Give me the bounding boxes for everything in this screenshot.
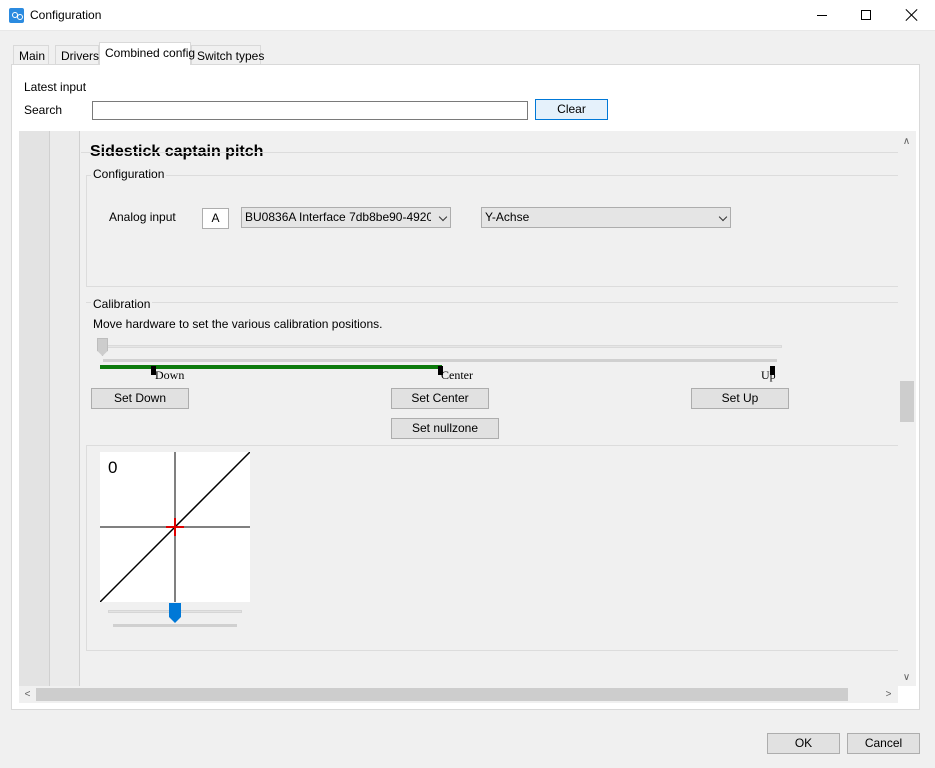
center-marker-label: Center: [441, 368, 473, 382]
tab-switch-types[interactable]: Switch types: [191, 45, 264, 64]
search-input[interactable]: [92, 101, 528, 120]
set-nullzone-button[interactable]: Set nullzone: [391, 418, 499, 439]
analog-input-label: Analog input: [109, 210, 176, 224]
analog-mode-button[interactable]: A: [202, 208, 229, 229]
configuration-legend: Configuration: [91, 167, 167, 181]
calibration-legend: Calibration: [91, 297, 153, 311]
graph-divider: [86, 445, 898, 446]
close-icon: [905, 8, 919, 22]
close-button[interactable]: [889, 0, 935, 31]
maximize-button[interactable]: [843, 0, 889, 31]
scroll-right-icon[interactable]: >: [880, 686, 897, 703]
calibration-range-track: [103, 359, 777, 362]
configuration-group: [86, 175, 898, 287]
down-marker-label: Down: [155, 368, 185, 382]
tab-drivers[interactable]: Drivers: [55, 45, 99, 64]
app-icon: [9, 8, 24, 23]
clear-button[interactable]: Clear: [535, 99, 608, 120]
ok-button[interactable]: OK: [767, 733, 840, 754]
cancel-button[interactable]: Cancel: [847, 733, 920, 754]
device-select-value: BU0836A Interface 7db8be90-4920-11e: [245, 210, 431, 224]
nullzone-range-track: [113, 624, 237, 627]
set-center-button[interactable]: Set Center: [391, 388, 489, 409]
response-curve-graph: [100, 452, 250, 602]
tree-indent-2: [50, 131, 80, 686]
graph-value: 0: [108, 458, 118, 477]
title-bar: [0, 0, 935, 31]
scroll-up-icon[interactable]: ∧: [898, 133, 915, 150]
tree-indent-1: [19, 131, 50, 686]
set-down-button[interactable]: Set Down: [91, 388, 189, 409]
scroll-down-icon[interactable]: ∨: [898, 669, 915, 686]
minimize-button[interactable]: [799, 0, 845, 31]
chevron-down-icon: [718, 212, 728, 222]
minimize-icon: [817, 15, 827, 16]
calibration-divider: [86, 302, 898, 303]
up-marker-label: Up: [761, 368, 776, 382]
calibration-track: [100, 345, 782, 348]
section-divider: [81, 152, 898, 153]
tab-combined-config[interactable]: Combined config: [99, 42, 195, 65]
set-up-button[interactable]: Set Up: [691, 388, 789, 409]
maximize-icon: [861, 10, 871, 20]
latest-input-label: Latest input: [24, 80, 87, 94]
tab-main[interactable]: Main: [13, 45, 49, 64]
graph-group-left: [86, 445, 87, 650]
horizontal-scroll-thumb[interactable]: [36, 688, 848, 701]
axis-select-value: Y-Achse: [485, 210, 530, 224]
search-label: Search: [24, 103, 63, 117]
device-select[interactable]: BU0836A Interface 7db8be90-4920-11e: [241, 207, 451, 228]
graph-group-bottom: [86, 650, 898, 651]
scroll-left-icon[interactable]: <: [19, 686, 36, 703]
axis-select[interactable]: Y-Achse: [481, 207, 731, 228]
chevron-down-icon: [438, 212, 448, 222]
calibration-instructions: Move hardware to set the various calibra…: [93, 317, 383, 331]
vertical-scroll-thumb[interactable]: [900, 381, 914, 422]
window-title: Configuration: [30, 8, 102, 22]
